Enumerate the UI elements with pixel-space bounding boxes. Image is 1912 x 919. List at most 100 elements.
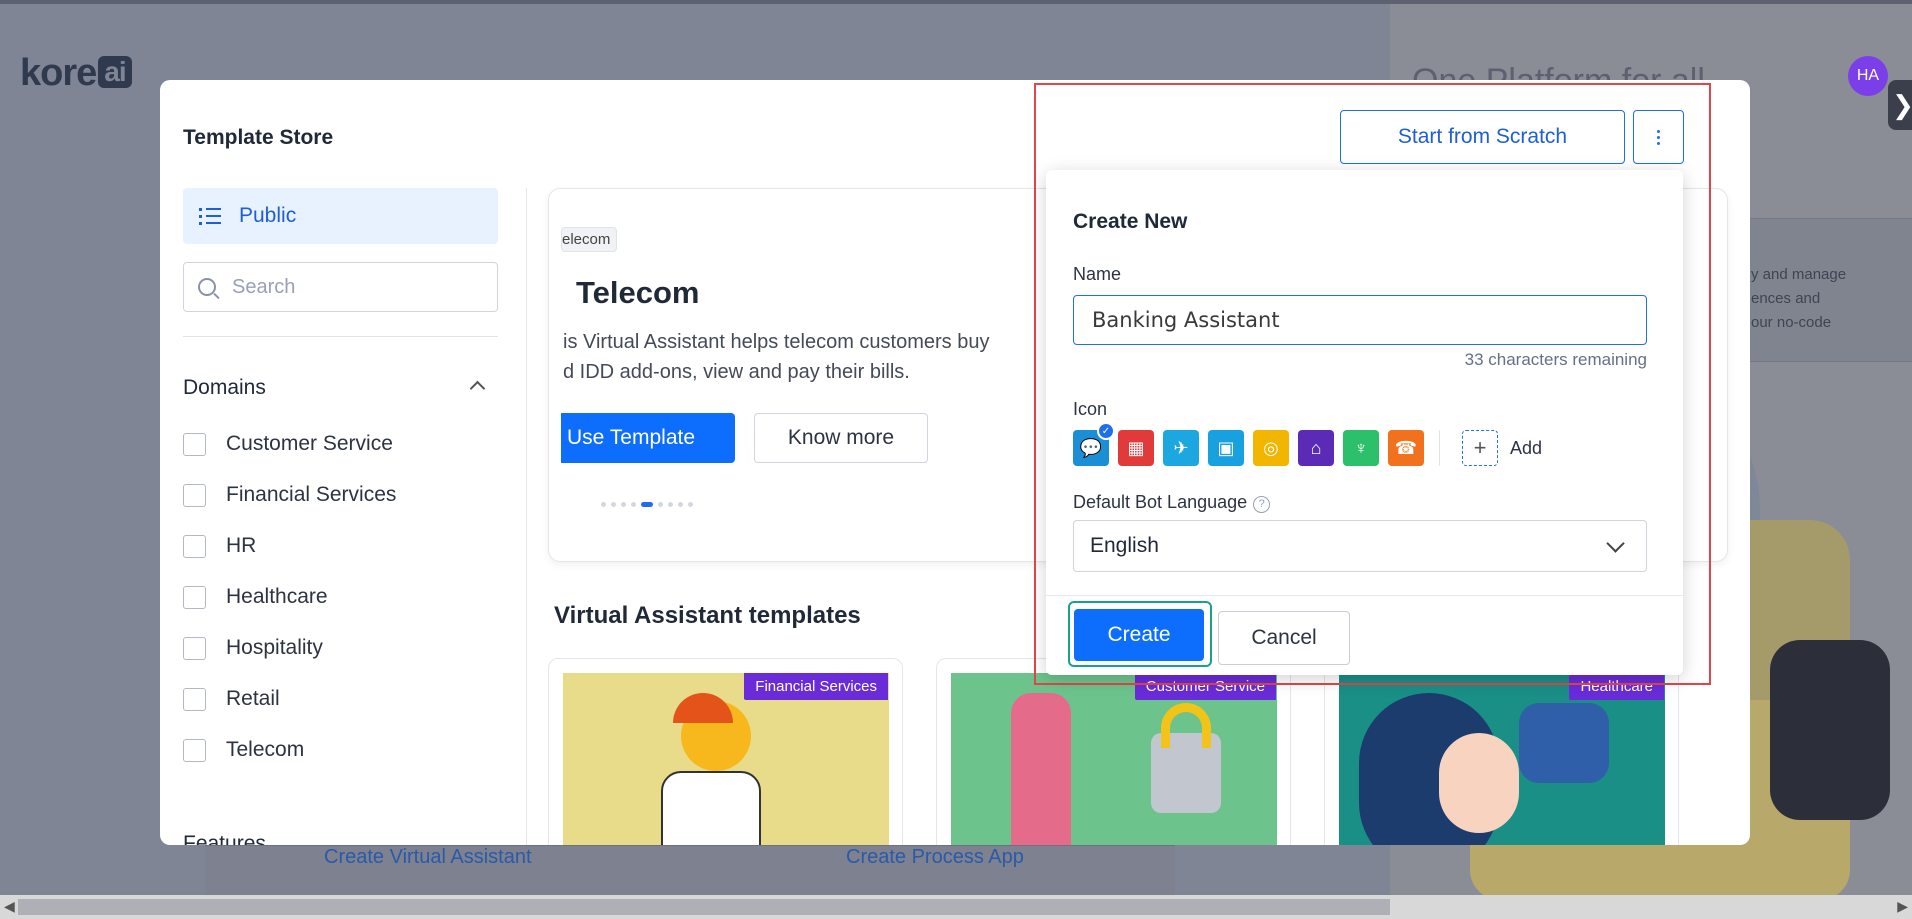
building-icon[interactable]: ▦ (1118, 430, 1154, 466)
divider (1046, 595, 1683, 596)
domain-label: Telecom (226, 738, 305, 761)
description-line: d IDD add-ons, view and pay their bills. (563, 361, 910, 383)
domain-filter-hospitality[interactable]: Hospitality (183, 636, 323, 660)
sidebar-item-label: Public (239, 204, 297, 227)
carousel-dot[interactable] (601, 502, 606, 507)
language-select[interactable]: English (1073, 520, 1647, 572)
domain-label: Healthcare (226, 585, 328, 608)
background-card-line: ences and (1751, 290, 1821, 307)
icon-picker-divider (1439, 430, 1440, 466)
checkbox[interactable] (183, 432, 206, 456)
add-icon-label[interactable]: Add (1510, 438, 1542, 459)
checkbox[interactable] (183, 636, 206, 660)
shopping-bag-icon[interactable]: ▣ (1208, 430, 1244, 466)
featured-template-description: is Virtual Assistant helps telecom custo… (563, 327, 1083, 387)
chevron-up-icon[interactable] (469, 380, 486, 397)
carousel-dot[interactable] (641, 502, 653, 507)
search-box[interactable] (183, 262, 498, 312)
domain-label: HR (226, 534, 257, 557)
domain-filter-telecom[interactable]: Telecom (183, 738, 304, 762)
carousel-dot[interactable] (688, 502, 693, 507)
domain-filter-retail[interactable]: Retail (183, 687, 280, 711)
telephone-icon[interactable]: ☎ (1388, 430, 1424, 466)
add-icon[interactable]: + (1462, 430, 1498, 466)
checkbox[interactable] (183, 534, 206, 558)
carousel-dot[interactable] (631, 502, 636, 507)
domain-filter-financial-services[interactable]: Financial Services (183, 483, 396, 507)
carousel-dot[interactable] (678, 502, 683, 507)
horizontal-scrollbar[interactable]: ◀ ▶ (0, 895, 1912, 919)
carousel-dot[interactable] (621, 502, 626, 507)
know-more-button[interactable]: Know more (754, 413, 928, 463)
language-label-text: Default Bot Language (1073, 492, 1248, 512)
search-icon (198, 278, 216, 296)
airplane-icon[interactable]: ✈ (1163, 430, 1199, 466)
list-icon (199, 206, 221, 226)
checkbox[interactable] (183, 585, 206, 609)
top-border (0, 0, 1912, 4)
search-input[interactable] (232, 275, 472, 299)
domain-filter-hr[interactable]: HR (183, 534, 256, 558)
background-card-line: y and manage (1751, 266, 1847, 283)
chevron-down-icon (1606, 534, 1625, 553)
domain-filter-customer-service[interactable]: Customer Service (183, 432, 393, 456)
checkbox[interactable] (183, 738, 206, 762)
more-options-icon[interactable] (1633, 110, 1684, 164)
chat-bot-icon[interactable]: 💬 ✓ (1073, 422, 1115, 466)
domains-heading: Domains (183, 376, 266, 399)
create-button[interactable]: Create (1074, 609, 1204, 661)
domain-label: Retail (226, 687, 280, 710)
name-field[interactable] (1073, 295, 1647, 345)
name-label: Name (1073, 264, 1122, 284)
scroll-left-icon[interactable]: ◀ (4, 898, 15, 915)
carousel-dots[interactable] (601, 502, 693, 507)
modal-title: Template Store (183, 126, 334, 149)
icon-picker: 💬 ✓ ▦ ✈ ▣ ◎ ⌂ ♆ ☎ + Add (1073, 422, 1542, 466)
create-button-focus-ring: Create (1068, 601, 1212, 667)
background-card-line: our no-code (1751, 314, 1832, 331)
coin-icon[interactable]: ◎ (1253, 430, 1289, 466)
features-heading: Features (183, 832, 266, 845)
featured-template-title: Telecom (576, 275, 700, 310)
domain-label: Financial Services (226, 483, 397, 506)
divider (183, 336, 498, 337)
bank-icon[interactable]: ⌂ (1298, 430, 1334, 466)
domain-filter-healthcare[interactable]: Healthcare (183, 585, 328, 609)
create-virtual-assistant-link[interactable]: Create Virtual Assistant (324, 846, 532, 869)
template-card[interactable]: Healthcare (1324, 658, 1679, 845)
sidebar-item-public[interactable]: Public (183, 188, 498, 244)
help-icon[interactable]: ? (1253, 496, 1271, 513)
icon-label: Icon (1073, 399, 1108, 419)
template-card[interactable]: Financial Services (548, 658, 903, 845)
carousel-dot[interactable] (668, 502, 673, 507)
checkbox[interactable] (183, 483, 206, 507)
check-icon: ✓ (1097, 422, 1115, 440)
start-from-scratch-button[interactable]: Start from Scratch (1340, 110, 1625, 164)
popover-title: Create New (1073, 210, 1188, 233)
domain-badge: Financial Services (744, 673, 888, 700)
scrollbar-thumb[interactable] (18, 899, 1390, 915)
characters-remaining: 33 characters remaining (1464, 350, 1647, 369)
carousel-dot[interactable] (658, 502, 663, 507)
create-process-app-link[interactable]: Create Process App (846, 846, 1024, 869)
glass-icon[interactable]: ♆ (1343, 430, 1379, 466)
user-avatar[interactable]: HA (1848, 56, 1888, 96)
template-card[interactable]: Customer Service (936, 658, 1291, 845)
cancel-button[interactable]: Cancel (1218, 611, 1350, 665)
domain-label: Hospitality (226, 636, 323, 659)
language-label: Default Bot Language? (1073, 492, 1271, 513)
create-new-popover: Create New Name 33 characters remaining … (1046, 170, 1683, 675)
domain-tag: elecom (561, 227, 618, 252)
carousel-dot[interactable] (611, 502, 616, 507)
checkbox[interactable] (183, 687, 206, 711)
illustration-shape (1770, 640, 1890, 820)
description-line: is Virtual Assistant helps telecom custo… (563, 331, 990, 353)
scroll-right-icon[interactable]: ▶ (1897, 898, 1908, 915)
section-title: Virtual Assistant templates (554, 602, 861, 629)
use-template-button[interactable]: Use Template (561, 413, 735, 463)
sidebar-divider (526, 188, 527, 845)
domain-label: Customer Service (226, 432, 393, 455)
kore-logo: kore ai (20, 52, 132, 95)
language-select-value: English (1090, 534, 1159, 557)
chevron-right-icon[interactable]: ❯ (1888, 80, 1912, 130)
